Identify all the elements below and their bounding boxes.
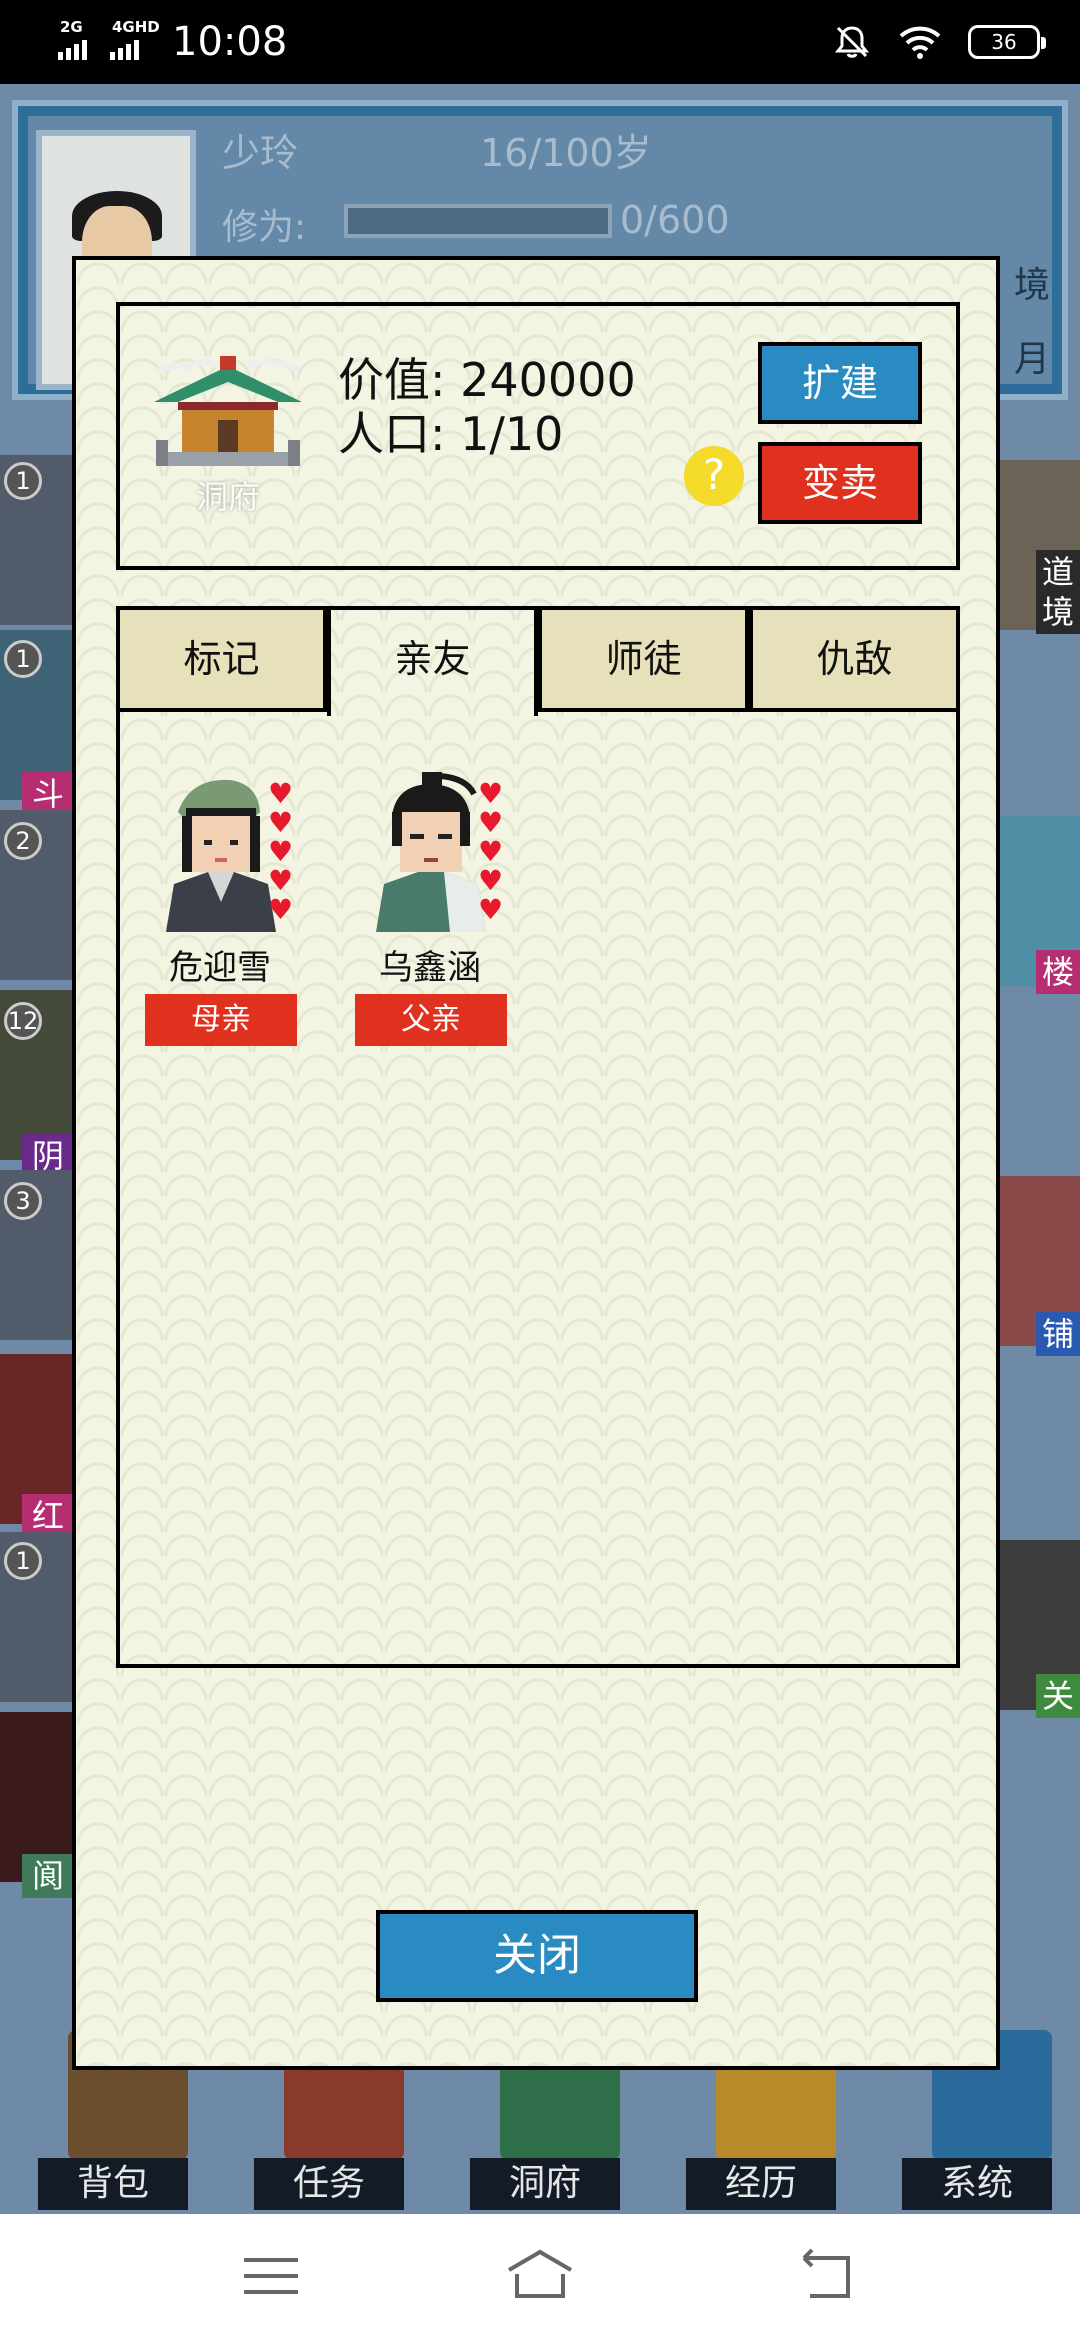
clock: 10:08 bbox=[172, 19, 288, 65]
network-indicator: 2G 4GHD bbox=[58, 18, 160, 62]
heart-icon: ♥ bbox=[478, 893, 504, 926]
cultivation-label: 修为: bbox=[222, 207, 307, 248]
character-age: 16/100岁 bbox=[480, 131, 652, 175]
tab-relatives[interactable]: 亲友 bbox=[327, 606, 538, 716]
left-tile-count: 1 bbox=[4, 462, 42, 500]
heart-icon: ♥ bbox=[478, 835, 504, 868]
relation-badge: 父亲 bbox=[355, 994, 507, 1046]
network-4g-label: 4GHD bbox=[112, 18, 160, 36]
tab-mentors[interactable]: 师徒 bbox=[538, 606, 749, 712]
nav-label: 背包 bbox=[38, 2158, 188, 2210]
right-tile-label: 道 bbox=[1035, 550, 1080, 594]
left-tile-label: 阆 bbox=[22, 1854, 74, 1898]
temple-icon bbox=[154, 356, 302, 466]
signal-bars-icon bbox=[110, 40, 139, 60]
residence-modal: 洞府 价值: 240000 人口: 1/10 ? 扩建 变卖 标记 亲友 师徒 … bbox=[72, 256, 1000, 2070]
heart-icon: ♥ bbox=[478, 864, 504, 897]
left-tile-count: 1 bbox=[4, 640, 42, 678]
month-text: 月 bbox=[1013, 339, 1050, 380]
affection-hearts: ♥ ♥ ♥ ♥ ♥ bbox=[478, 780, 508, 925]
menu-icon[interactable] bbox=[236, 2244, 306, 2308]
relative-card[interactable]: ♥ ♥ ♥ ♥ ♥ 乌鑫涵 父亲 bbox=[350, 772, 520, 1072]
heart-icon: ♥ bbox=[268, 835, 294, 868]
right-tile-label: 楼 bbox=[1035, 950, 1080, 994]
status-bar: 2G 4GHD 10:08 36 bbox=[0, 0, 1080, 84]
cultivation-value: 0/600 bbox=[620, 198, 730, 242]
expand-button[interactable]: 扩建 bbox=[758, 342, 922, 424]
mute-bell-icon bbox=[834, 26, 870, 58]
help-icon[interactable]: ? bbox=[684, 446, 744, 506]
heart-icon: ♥ bbox=[268, 864, 294, 897]
panel-top-border bbox=[116, 708, 960, 712]
heart-icon: ♥ bbox=[478, 806, 504, 839]
heart-icon: ♥ bbox=[268, 806, 294, 839]
heart-icon: ♥ bbox=[478, 777, 504, 810]
relative-name: 危迎雪 bbox=[169, 948, 271, 988]
nav-label: 系统 bbox=[902, 2158, 1052, 2210]
population-label: 人口: bbox=[338, 407, 446, 461]
right-tile-label: 境 bbox=[1035, 590, 1080, 634]
left-tile-count: 3 bbox=[4, 1182, 42, 1220]
population-row: 人口: 1/10 bbox=[338, 398, 563, 464]
nav-label: 经历 bbox=[686, 2158, 836, 2210]
relatives-panel: ♥ ♥ ♥ ♥ ♥ 危迎雪 母亲 ♥ ♥ ♥ ♥ ♥ 乌鑫涵 父亲 bbox=[116, 708, 960, 1668]
tab-enemies[interactable]: 仇敌 bbox=[749, 606, 960, 712]
realm-text: 境 bbox=[1013, 265, 1050, 306]
left-tile-count: 12 bbox=[4, 1002, 42, 1040]
battery-icon: 36 bbox=[968, 25, 1046, 59]
character-name: 少玲 bbox=[222, 131, 299, 175]
signal-bars-icon bbox=[58, 40, 87, 60]
residence-info-box: 洞府 价值: 240000 人口: 1/10 ? 扩建 变卖 bbox=[116, 302, 960, 570]
heart-icon: ♥ bbox=[268, 893, 294, 926]
close-button[interactable]: 关闭 bbox=[376, 1910, 698, 2002]
residence-label: 洞府 bbox=[195, 478, 260, 516]
android-nav-bar bbox=[0, 2214, 1080, 2340]
wifi-icon bbox=[899, 26, 941, 59]
right-tile-label: 铺 bbox=[1035, 1312, 1080, 1356]
relative-card[interactable]: ♥ ♥ ♥ ♥ ♥ 危迎雪 母亲 bbox=[140, 772, 310, 1072]
population-value: 1/10 bbox=[460, 407, 564, 461]
nav-label: 洞府 bbox=[470, 2158, 620, 2210]
home-icon[interactable] bbox=[505, 2244, 575, 2308]
tab-marked[interactable]: 标记 bbox=[116, 606, 327, 712]
battery-level: 36 bbox=[991, 30, 1017, 54]
tab-bar: 标记 亲友 师徒 仇敌 bbox=[116, 606, 960, 716]
relative-name: 乌鑫涵 bbox=[379, 948, 481, 988]
nav-label: 任务 bbox=[254, 2158, 404, 2210]
affection-hearts: ♥ ♥ ♥ ♥ ♥ bbox=[268, 780, 298, 925]
right-tile-label: 关 bbox=[1035, 1674, 1080, 1718]
left-tile-count: 1 bbox=[4, 1542, 42, 1580]
left-tile-count: 2 bbox=[4, 822, 42, 860]
avatar bbox=[376, 772, 486, 932]
relation-badge: 母亲 bbox=[145, 994, 297, 1046]
back-icon[interactable] bbox=[790, 2244, 860, 2308]
sell-button[interactable]: 变卖 bbox=[758, 442, 922, 524]
heart-icon: ♥ bbox=[268, 777, 294, 810]
avatar bbox=[166, 779, 276, 932]
network-2g-label: 2G bbox=[60, 18, 83, 36]
cultivation-bar bbox=[344, 204, 612, 238]
